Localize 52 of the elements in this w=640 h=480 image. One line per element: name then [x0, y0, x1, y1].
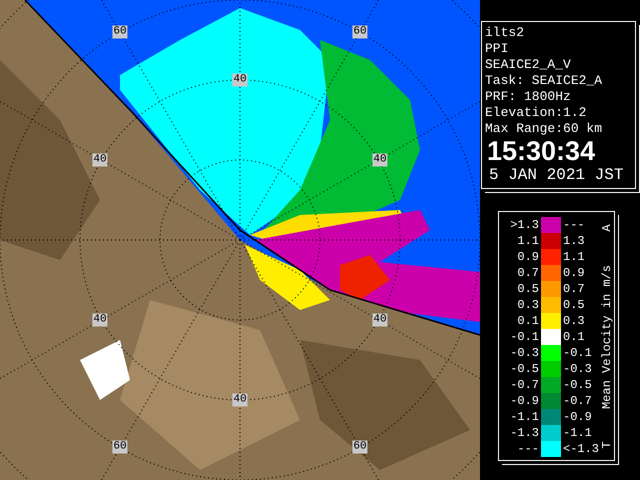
range-label: 60 [112, 440, 128, 454]
legend-value: -0.1 [563, 346, 593, 360]
range-label: 40 [92, 154, 108, 166]
legend-value: 0.5 [563, 298, 586, 312]
range-label: 40 [372, 314, 388, 326]
legend-value: -1.1 [509, 410, 539, 424]
legend-value: -1.3 [509, 426, 539, 440]
range-label: 60 [352, 26, 368, 38]
legend-value: 1.1 [516, 234, 539, 248]
legend-value: -0.7 [563, 394, 593, 408]
legend-value: -0.9 [563, 410, 593, 424]
legend-value: -0.3 [509, 346, 539, 360]
legend-value: -0.3 [563, 362, 593, 376]
legend-value: 1.1 [563, 250, 586, 264]
legend-value: -0.9 [509, 394, 539, 408]
legend-value: -0.5 [509, 362, 539, 376]
legend-title: Mean Velocity in m/s [600, 264, 612, 409]
legend-value: 0.9 [563, 266, 586, 280]
scan-date: 5 JAN 2021 JST [488, 165, 624, 186]
legend-value: -0.1 [509, 330, 539, 344]
legend-value: 1.3 [563, 234, 586, 248]
legend-value: 0.9 [516, 250, 539, 264]
legend-value: 0.7 [563, 282, 586, 296]
corner-mark: A [600, 224, 612, 232]
range-label: 40 [232, 394, 248, 406]
legend-value: <-1.3 [563, 442, 599, 456]
legend-value: --- [516, 442, 539, 456]
range-label: 60 [352, 440, 368, 454]
legend-value: 0.3 [516, 298, 539, 312]
station-name: ilts2 [485, 25, 526, 41]
task-label: Task: SEAICE2_A [485, 73, 604, 89]
legend-value: 0.1 [563, 330, 586, 344]
legend-value: -1.1 [563, 426, 593, 440]
legend-value: 0.7 [516, 266, 539, 280]
legend-value: --- [563, 218, 586, 232]
elevation-label: Elevation:1.2 [485, 105, 588, 121]
scan-type: PPI [485, 41, 510, 57]
legend-value: 0.3 [563, 314, 586, 328]
corner-mark: T [600, 441, 612, 449]
scan-time: 15:30:34 [486, 137, 596, 165]
range-label: 60 [112, 26, 128, 38]
range-label: 40 [372, 154, 388, 166]
range-label: 40 [92, 314, 108, 326]
legend-value: -0.5 [563, 378, 593, 392]
range-label: 40 [232, 74, 248, 86]
max-range-label: Max Range:60 km [485, 121, 604, 137]
prf-label: PRF: 1800Hz [485, 89, 572, 105]
legend-value: 0.1 [516, 314, 539, 328]
legend-value: >1.3 [509, 218, 539, 232]
legend-value: 0.5 [516, 282, 539, 296]
legend-value: -0.7 [509, 378, 539, 392]
product-name: SEAICE2_A_V [485, 57, 572, 73]
